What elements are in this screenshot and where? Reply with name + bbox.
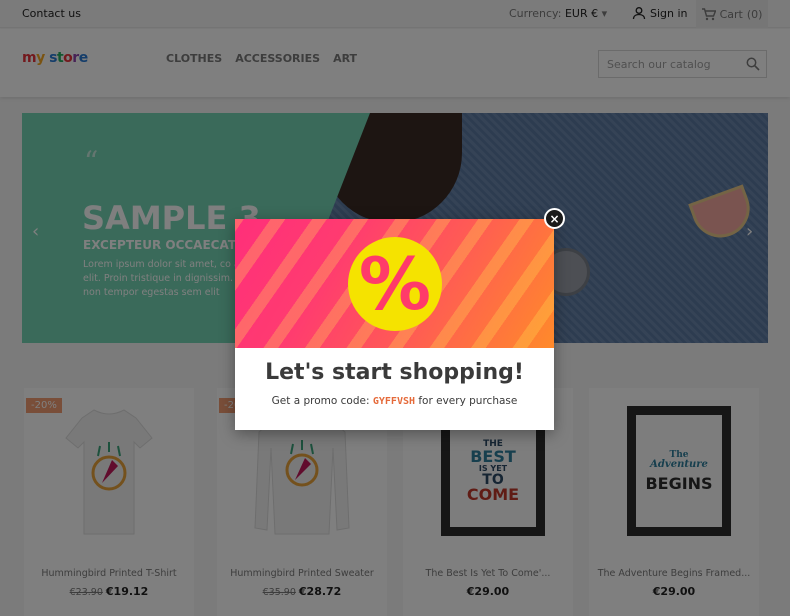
modal-subtitle: Get a promo code: GYFFVSH for every purc… <box>235 395 554 407</box>
modal-title: Let's start shopping! <box>265 360 524 385</box>
promo-text-after: for every purchase <box>418 395 518 407</box>
close-icon[interactable]: × <box>544 208 565 229</box>
promo-text-before: Get a promo code: <box>271 395 370 407</box>
percent-icon: % <box>358 242 432 326</box>
promo-banner-image: % <box>235 219 554 348</box>
promo-modal: % Let's start shopping! Get a promo code… <box>235 219 554 430</box>
promo-code: GYFFVSH <box>372 396 416 407</box>
